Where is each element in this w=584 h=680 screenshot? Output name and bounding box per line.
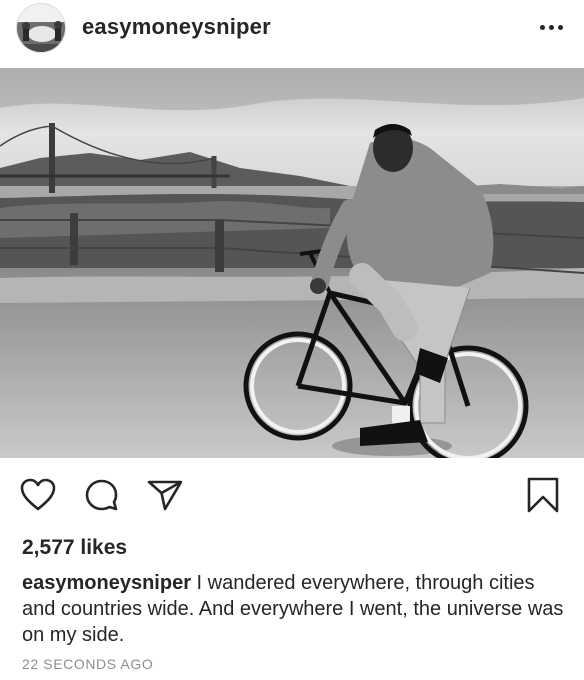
post-header: easymoneysniper xyxy=(0,0,584,68)
caption-username[interactable]: easymoneysniper xyxy=(22,572,191,594)
comment-icon[interactable] xyxy=(84,478,120,512)
post-photo[interactable] xyxy=(0,68,584,458)
bookmark-icon[interactable] xyxy=(524,476,562,514)
avatar[interactable] xyxy=(16,3,66,53)
post-timestamp: 22 SECONDS AGO xyxy=(22,656,154,672)
post-username[interactable]: easymoneysniper xyxy=(82,14,271,40)
action-bar xyxy=(0,470,584,520)
post-caption: easymoneysniper I wandered everywhere, t… xyxy=(22,570,567,648)
more-options-icon[interactable] xyxy=(534,18,568,36)
heart-icon[interactable] xyxy=(20,478,56,512)
likes-count[interactable]: 2,577 likes xyxy=(22,536,127,560)
share-icon[interactable] xyxy=(146,478,184,512)
